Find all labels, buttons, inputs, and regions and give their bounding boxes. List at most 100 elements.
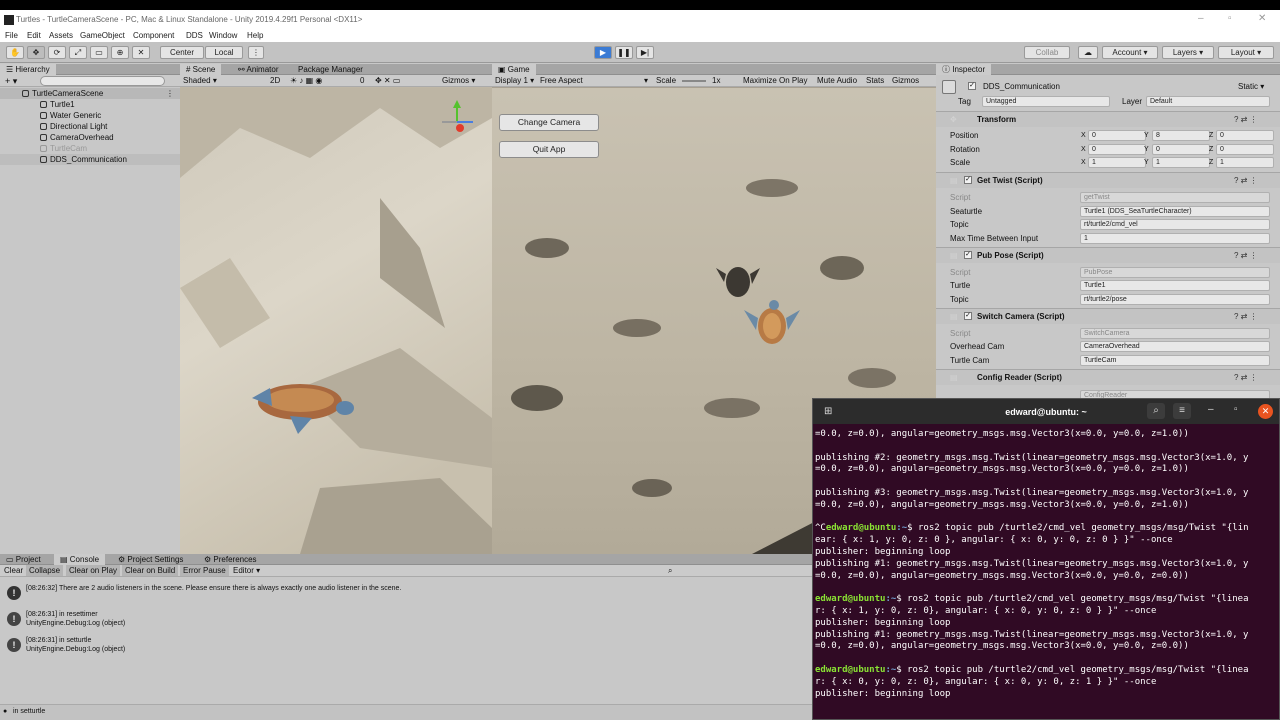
cloud-icon[interactable]: ☁ — [1078, 46, 1098, 59]
component-menu-icon[interactable]: ? ⇄ ⋮ — [1234, 312, 1258, 321]
console-clear-on-build-toggle[interactable]: Clear on Build — [122, 565, 179, 576]
pivot-center-button[interactable]: Center — [160, 46, 204, 59]
lighting-icon[interactable]: ☀ ♪ ▦ ◉ — [290, 76, 322, 85]
layer-dropdown[interactable]: Default — [1146, 96, 1270, 107]
component-menu-icon[interactable]: ? ⇄ ⋮ — [1234, 176, 1258, 185]
menu-assets[interactable]: Assets — [49, 31, 73, 40]
menu-component[interactable]: Component — [133, 31, 174, 40]
position-x-field[interactable]: 0 — [1088, 130, 1146, 141]
rotate-tool-icon[interactable]: ⟳ — [48, 46, 66, 59]
tab-preferences[interactable]: ⚙ Preferences — [198, 554, 263, 565]
maximize-on-play-toggle[interactable]: Maximize On Play — [743, 76, 807, 85]
switch-camera-enabled-checkbox[interactable]: ✓ — [964, 312, 972, 320]
component-menu-icon[interactable]: ? ⇄ ⋮ — [1234, 251, 1258, 260]
get-twist-header[interactable]: ▤ ✓ Get Twist (Script) ? ⇄ ⋮ — [936, 172, 1280, 188]
turtle-cam-field[interactable]: TurtleCam — [1080, 355, 1270, 366]
create-plus-icon[interactable]: + ▾ — [5, 76, 17, 87]
pivot-local-button[interactable]: Local — [205, 46, 243, 59]
pub-pose-enabled-checkbox[interactable]: ✓ — [964, 251, 972, 259]
console-editor-dropdown[interactable]: Editor ▾ — [233, 566, 260, 575]
max-time-field[interactable]: 1 — [1080, 233, 1270, 244]
log-entry-2-line1[interactable]: [08:26:31] in setturtle — [26, 637, 91, 644]
console-error-pause-toggle[interactable]: Error Pause — [180, 565, 229, 576]
object-name-field[interactable]: DDS_Communication — [983, 82, 1060, 91]
config-reader-header[interactable]: ▤ Config Reader (Script) ? ⇄ ⋮ — [936, 369, 1280, 385]
shading-mode-dropdown[interactable]: Shaded ▾ — [183, 76, 217, 85]
minimize-icon[interactable]: – — [1198, 13, 1204, 24]
menu-edit[interactable]: Edit — [27, 31, 41, 40]
game-gizmos-toggle[interactable]: Gizmos — [892, 76, 919, 85]
component-menu-icon[interactable]: ? ⇄ ⋮ — [1234, 115, 1258, 124]
tab-scene[interactable]: # Scene — [180, 64, 222, 75]
aspect-dropdown[interactable]: Free Aspect — [540, 76, 583, 85]
tab-console[interactable]: ▤ Console — [54, 554, 106, 565]
terminal-output[interactable]: =0.0, z=0.0), angular=geometry_msgs.msg.… — [815, 429, 1277, 719]
pub-pose-header[interactable]: ▤ ✓ Pub Pose (Script) ? ⇄ ⋮ — [936, 247, 1280, 263]
maximize-icon[interactable]: ▫ — [1228, 13, 1232, 24]
hierarchy-item-dds[interactable]: DDS_Communication — [0, 154, 180, 165]
turtle-field[interactable]: Turtle1 — [1080, 280, 1270, 291]
camera-tool-icon[interactable]: ✥ ✕ ▭ — [375, 76, 400, 85]
pub-pose-topic-field[interactable]: rt/turtle2/pose — [1080, 294, 1270, 305]
terminal-maximize-icon[interactable]: ▫ — [1234, 404, 1238, 415]
menu-file[interactable]: File — [5, 31, 18, 40]
rect-tool-icon[interactable]: ▭ — [90, 46, 108, 59]
tab-inspector[interactable]: ⓘ Inspector — [936, 64, 992, 75]
terminal-search-icon[interactable]: ⌕ — [1147, 403, 1165, 419]
hierarchy-search-input[interactable] — [40, 76, 165, 86]
change-camera-button[interactable]: Change Camera — [499, 114, 599, 131]
terminal-close-icon[interactable]: ✕ — [1258, 404, 1273, 419]
active-checkbox[interactable]: ✓ — [968, 82, 976, 90]
transform-header[interactable]: ✥ Transform ? ⇄ ⋮ — [936, 111, 1280, 127]
menu-help[interactable]: Help — [247, 31, 263, 40]
console-search-icon[interactable]: ⌕ — [668, 566, 672, 576]
tab-package-manager[interactable]: Package Manager — [292, 64, 369, 75]
stats-toggle[interactable]: Stats — [866, 76, 884, 85]
pause-button[interactable]: ❚❚ — [615, 46, 633, 59]
scale-slider[interactable] — [682, 80, 706, 82]
menu-window[interactable]: Window — [209, 31, 237, 40]
tab-animator[interactable]: ⚯ Animator — [232, 64, 285, 75]
grid-snap-icon[interactable]: ⋮ — [248, 46, 264, 59]
console-clear-button[interactable]: Clear — [4, 566, 23, 575]
scene-gizmos-dropdown[interactable]: Gizmos ▾ — [442, 76, 475, 85]
close-icon[interactable]: ✕ — [1258, 13, 1266, 24]
tab-project-settings[interactable]: ⚙ Project Settings — [112, 554, 189, 565]
scale-x-field[interactable]: 1 — [1088, 157, 1146, 168]
terminal-menu-icon[interactable]: ≡ — [1173, 403, 1191, 419]
terminal-window[interactable]: ⊞ edward@ubuntu: ~ ⌕ ≡ – ▫ ✕ =0.0, z=0.0… — [812, 398, 1280, 720]
static-toggle[interactable]: Static ▾ — [1238, 82, 1264, 91]
mute-audio-toggle[interactable]: Mute Audio — [817, 76, 857, 85]
menu-gameobject[interactable]: GameObject — [80, 31, 125, 40]
play-button[interactable]: ▶ — [594, 46, 612, 59]
scale-z-field[interactable]: 1 — [1216, 157, 1274, 168]
get-twist-topic-field[interactable]: rt/turtle2/cmd_vel — [1080, 219, 1270, 230]
terminal-minimize-icon[interactable]: – — [1208, 404, 1214, 415]
rotation-y-field[interactable]: 0 — [1152, 144, 1210, 155]
hierarchy-item-water[interactable]: Water Generic — [0, 110, 180, 121]
scene-viewport[interactable] — [180, 88, 492, 554]
scene-menu-icon[interactable]: ⋮ — [166, 88, 174, 99]
display-dropdown[interactable]: Display 1 ▾ — [495, 76, 534, 85]
layout-dropdown[interactable]: Layout ▾ — [1218, 46, 1274, 59]
hierarchy-item-turtle1[interactable]: Turtle1 — [0, 99, 180, 110]
position-y-field[interactable]: 8 — [1152, 130, 1210, 141]
menu-dds[interactable]: DDS — [186, 31, 203, 40]
log-entry-0-line1[interactable]: [08:26:32] There are 2 audio listeners i… — [26, 585, 401, 592]
custom-tool-icon[interactable]: ✕ — [132, 46, 150, 59]
layers-dropdown[interactable]: Layers ▾ — [1162, 46, 1214, 59]
hierarchy-scene-row[interactable]: TurtleCameraScene ⋮ — [0, 88, 180, 99]
tab-game[interactable]: ▣ Game — [492, 64, 536, 75]
quit-app-button[interactable]: Quit App — [499, 141, 599, 158]
switch-camera-header[interactable]: ▤ ✓ Switch Camera (Script) ? ⇄ ⋮ — [936, 308, 1280, 324]
rotation-x-field[interactable]: 0 — [1088, 144, 1146, 155]
hand-tool-icon[interactable]: ✋ — [6, 46, 24, 59]
console-clear-on-play-toggle[interactable]: Clear on Play — [66, 565, 121, 576]
tag-dropdown[interactable]: Untagged — [982, 96, 1110, 107]
hierarchy-item-turtlecam[interactable]: TurtleCam — [0, 143, 180, 154]
toggle-2d-button[interactable]: 2D — [270, 76, 280, 85]
transform-tool-icon[interactable]: ⊕ — [111, 46, 129, 59]
step-button[interactable]: ▶| — [636, 46, 654, 59]
seaturtle-field[interactable]: Turtle1 (DDS_SeaTurtleCharacter) — [1080, 206, 1270, 217]
log-entry-1-line1[interactable]: [08:26:31] in resettimer — [26, 611, 98, 618]
